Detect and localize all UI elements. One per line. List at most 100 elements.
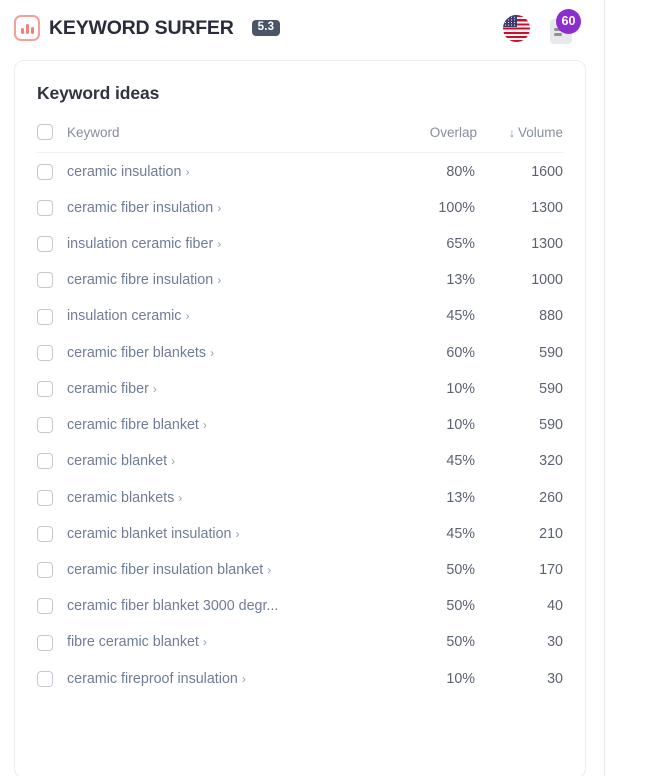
table-row[interactable]: ceramic fiber › 10% 590 xyxy=(37,371,563,407)
overlap-value: 60% xyxy=(446,344,475,361)
overlap-value: 100% xyxy=(438,199,475,216)
select-all-checkbox[interactable] xyxy=(37,124,53,141)
flag-canton xyxy=(503,14,517,27)
keyword-label[interactable]: ceramic fibre blanket xyxy=(67,417,199,433)
table-row[interactable]: ceramic fireproof insulation › 10% 30 xyxy=(37,661,563,697)
chevron-right-icon[interactable]: › xyxy=(153,382,157,396)
keyword-cell[interactable]: insulation ceramic › xyxy=(67,298,391,334)
keyword-label[interactable]: insulation ceramic xyxy=(67,308,181,324)
overlap-value: 45% xyxy=(446,453,475,470)
sort-descending-icon: ↓ xyxy=(508,125,515,140)
keyword-label[interactable]: ceramic blankets xyxy=(67,490,174,506)
volume-value: 40 xyxy=(547,598,563,615)
us-flag-icon[interactable] xyxy=(503,14,530,42)
row-checkbox[interactable] xyxy=(37,199,53,216)
keyword-cell[interactable]: ceramic fiber › xyxy=(67,371,391,407)
row-checkbox[interactable] xyxy=(37,272,53,289)
keyword-cell[interactable]: ceramic insulation › xyxy=(67,153,391,190)
table-row[interactable]: ceramic fibre insulation › 13% 1000 xyxy=(37,262,563,298)
table-row[interactable]: ceramic insulation › 80% 1600 xyxy=(37,153,563,190)
chevron-right-icon[interactable]: › xyxy=(185,165,189,179)
keyword-label[interactable]: ceramic insulation xyxy=(67,164,181,180)
column-header-keyword[interactable]: Keyword xyxy=(67,124,391,154)
keyword-label[interactable]: ceramic fiber blanket 3000 degr... xyxy=(67,598,278,614)
table-row[interactable]: ceramic blanket › 45% 320 xyxy=(37,443,563,479)
volume-value: 170 xyxy=(539,561,563,578)
chevron-right-icon[interactable]: › xyxy=(217,273,221,287)
keyword-cell[interactable]: ceramic fiber blanket 3000 degr... xyxy=(67,588,391,624)
keyword-label[interactable]: ceramic fireproof insulation xyxy=(67,671,238,687)
volume-value: 590 xyxy=(539,344,563,361)
table-body: ceramic insulation › 80% 1600 ceramic fiber … xyxy=(37,153,563,697)
table-row[interactable]: ceramic fiber blanket 3000 degr... 50% 40 xyxy=(37,588,563,624)
keyword-label[interactable]: ceramic fiber insulation blanket xyxy=(67,562,263,578)
row-checkbox-cell xyxy=(37,335,67,371)
column-header-volume[interactable]: ↓ Volume xyxy=(477,124,563,154)
keyword-cell[interactable]: insulation ceramic fiber › xyxy=(67,226,391,262)
row-checkbox[interactable] xyxy=(37,489,53,506)
chevron-right-icon[interactable]: › xyxy=(203,418,207,432)
volume-value: 30 xyxy=(547,634,563,651)
keyword-label[interactable]: ceramic blanket insulation xyxy=(67,526,232,542)
table-row[interactable]: ceramic blanket insulation › 45% 210 xyxy=(37,516,563,552)
chevron-right-icon[interactable]: › xyxy=(267,563,271,577)
chevron-right-icon[interactable]: › xyxy=(236,527,240,541)
column-header-volume-label: Volume xyxy=(517,124,563,140)
table-row[interactable]: ceramic blankets › 13% 260 xyxy=(37,479,563,515)
row-checkbox-cell xyxy=(37,588,67,624)
row-checkbox[interactable] xyxy=(37,525,53,542)
bar-chart-logo-icon xyxy=(14,15,40,41)
chevron-right-icon[interactable]: › xyxy=(217,237,221,251)
table-row[interactable]: insulation ceramic › 45% 880 xyxy=(37,298,563,334)
document-list-button[interactable]: 60 xyxy=(548,9,581,45)
row-checkbox[interactable] xyxy=(37,236,53,253)
keyword-cell[interactable]: ceramic fiber blankets › xyxy=(67,335,391,371)
row-checkbox[interactable] xyxy=(37,562,53,579)
keyword-cell[interactable]: ceramic fiber insulation › xyxy=(67,190,391,226)
row-checkbox[interactable] xyxy=(37,670,53,687)
chevron-right-icon[interactable]: › xyxy=(171,454,175,468)
row-checkbox[interactable] xyxy=(37,163,53,180)
keyword-label[interactable]: fibre ceramic blanket xyxy=(67,634,199,650)
column-header-overlap[interactable]: Overlap xyxy=(391,124,477,154)
keyword-label[interactable]: ceramic fibre insulation xyxy=(67,272,213,288)
table-row[interactable]: ceramic fiber blankets › 60% 590 xyxy=(37,335,563,371)
table-row[interactable]: insulation ceramic fiber › 65% 1300 xyxy=(37,226,563,262)
table-row[interactable]: ceramic fiber insulation blanket › 50% 170 xyxy=(37,552,563,588)
keyword-cell[interactable]: ceramic blanket insulation › xyxy=(67,516,391,552)
row-checkbox[interactable] xyxy=(37,598,53,615)
row-checkbox[interactable] xyxy=(37,417,53,434)
row-checkbox-cell xyxy=(37,661,67,697)
chevron-right-icon[interactable]: › xyxy=(178,491,182,505)
overlap-value: 50% xyxy=(446,561,475,578)
row-checkbox[interactable] xyxy=(37,453,53,470)
volume-value: 880 xyxy=(539,308,563,325)
row-checkbox[interactable] xyxy=(37,344,53,361)
keyword-cell[interactable]: ceramic blankets › xyxy=(67,479,391,515)
keyword-cell[interactable]: ceramic fibre blanket › xyxy=(67,407,391,443)
keyword-cell[interactable]: ceramic fiber insulation blanket › xyxy=(67,552,391,588)
row-checkbox[interactable] xyxy=(37,634,53,651)
table-row[interactable]: fibre ceramic blanket › 50% 30 xyxy=(37,624,563,660)
row-checkbox-cell xyxy=(37,443,67,479)
keyword-cell[interactable]: ceramic fireproof insulation › xyxy=(67,661,391,697)
chevron-right-icon[interactable]: › xyxy=(185,309,189,323)
row-checkbox[interactable] xyxy=(37,380,53,397)
keyword-label[interactable]: ceramic blanket xyxy=(67,453,167,469)
chevron-right-icon[interactable]: › xyxy=(203,635,207,649)
row-checkbox[interactable] xyxy=(37,308,53,325)
chevron-right-icon[interactable]: › xyxy=(217,201,221,215)
volume-value: 210 xyxy=(539,525,563,542)
row-checkbox-cell xyxy=(37,153,67,190)
keyword-cell[interactable]: ceramic blanket › xyxy=(67,443,391,479)
chevron-right-icon[interactable]: › xyxy=(242,672,246,686)
keyword-cell[interactable]: ceramic fibre insulation › xyxy=(67,262,391,298)
keyword-label[interactable]: ceramic fiber insulation xyxy=(67,200,213,216)
keyword-label[interactable]: insulation ceramic fiber xyxy=(67,236,213,252)
keyword-cell[interactable]: fibre ceramic blanket › xyxy=(67,624,391,660)
chevron-right-icon[interactable]: › xyxy=(210,346,214,360)
keyword-label[interactable]: ceramic fiber xyxy=(67,381,149,397)
keyword-label[interactable]: ceramic fiber blankets xyxy=(67,345,206,361)
table-row[interactable]: ceramic fiber insulation › 100% 1300 xyxy=(37,190,563,226)
table-row[interactable]: ceramic fibre blanket › 10% 590 xyxy=(37,407,563,443)
